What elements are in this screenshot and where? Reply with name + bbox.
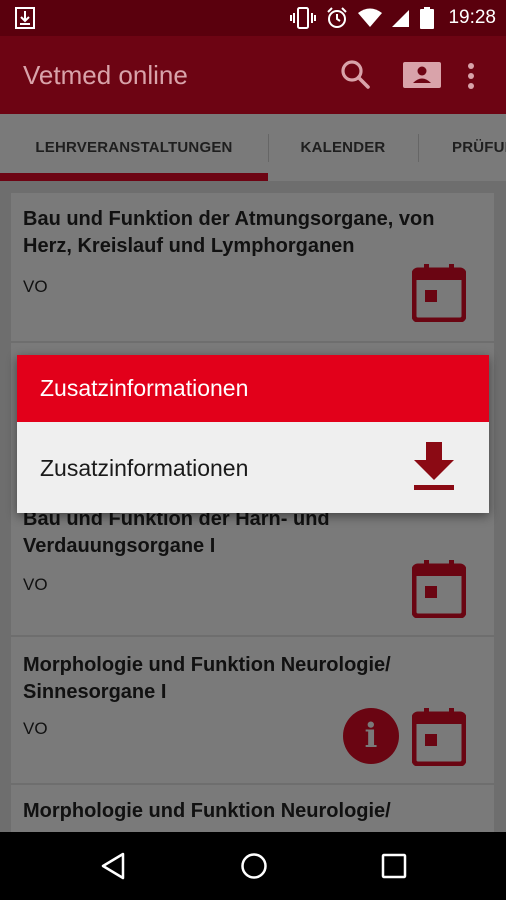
course-type: VO: [23, 575, 48, 594]
system-nav-bar: [0, 832, 506, 900]
info-dialog: Zusatzinformationen Zusatzinformationen: [17, 355, 489, 513]
signal-icon: [392, 10, 410, 27]
back-icon[interactable]: [100, 852, 126, 880]
overflow-menu-icon[interactable]: [466, 62, 476, 90]
wifi-icon: [358, 8, 383, 27]
battery-icon: [420, 7, 435, 29]
course-title: Morphologie und Funktion Neurologie/ Sin…: [23, 654, 391, 703]
alarm-icon: [327, 7, 348, 28]
calendar-icon[interactable]: [412, 264, 466, 322]
download-notification-icon: [15, 7, 35, 29]
course-card[interactable]: Morphologie und Funktion Neurologie/ Sin…: [11, 637, 494, 783]
search-icon[interactable]: [339, 58, 371, 90]
vibrate-icon: [290, 7, 317, 29]
tab-indicator: [0, 173, 268, 181]
calendar-icon[interactable]: [412, 560, 466, 618]
info-icon[interactable]: i: [343, 708, 399, 764]
dialog-item-zusatzinformationen[interactable]: Zusatzinformationen: [17, 422, 489, 513]
tab-lehrveranstaltungen[interactable]: LEHRVERANSTALTUNGEN: [0, 114, 268, 181]
app-bar: Vetmed online: [0, 36, 506, 114]
recents-icon[interactable]: [381, 853, 407, 879]
app-title: Vetmed online: [23, 60, 188, 90]
tab-divider: [418, 134, 419, 162]
course-card[interactable]: Morphologie und Funktion Neurologie/: [11, 785, 494, 832]
home-icon[interactable]: [240, 852, 268, 880]
course-title: Bau und Funktion der Harn- und Verdauung…: [23, 508, 330, 557]
status-bar: 19:28: [0, 0, 506, 36]
course-card[interactable]: Bau und Funktion der Atmungsorgane, von …: [11, 193, 494, 341]
tab-pruefungen[interactable]: PRÜFUNGEN: [452, 114, 506, 181]
course-title: Morphologie und Funktion Neurologie/: [23, 800, 391, 822]
status-time: 19:28: [448, 7, 496, 28]
dialog-item-label: Zusatzinformationen: [40, 455, 249, 481]
tab-kalender[interactable]: KALENDER: [269, 114, 417, 181]
course-type: VO: [23, 277, 48, 296]
course-type: VO: [23, 719, 48, 738]
dialog-title: Zusatzinformationen: [17, 355, 489, 422]
course-title: Bau und Funktion der Atmungsorgane, von …: [23, 208, 435, 257]
tab-bar: LEHRVERANSTALTUNGEN KALENDER PRÜFUNGEN: [0, 114, 506, 181]
calendar-icon[interactable]: [412, 708, 466, 766]
account-card-icon[interactable]: [402, 61, 442, 89]
download-icon[interactable]: [413, 442, 455, 492]
